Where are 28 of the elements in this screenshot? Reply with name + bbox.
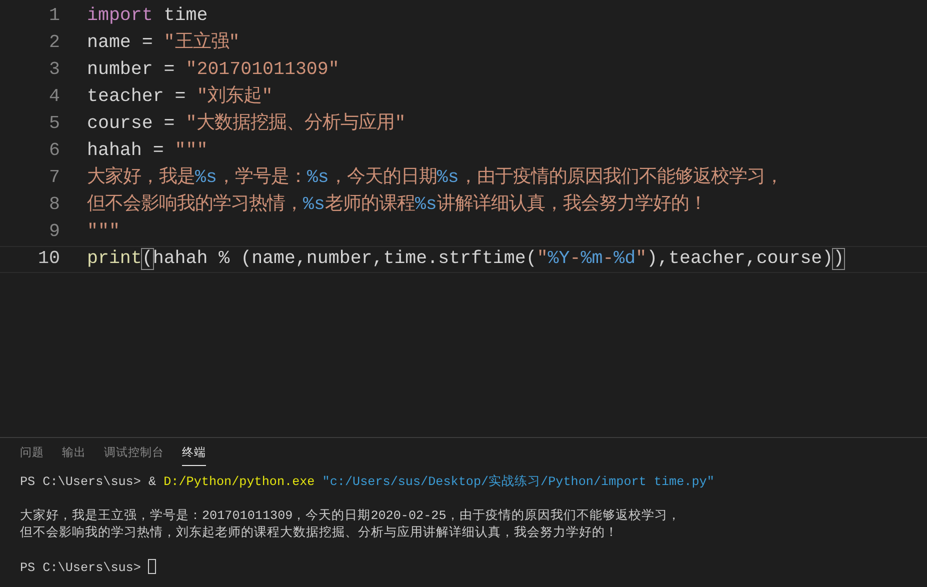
line-number: 5 <box>48 112 60 136</box>
panel-tab[interactable]: 问题 <box>20 438 44 466</box>
code-line: teacher = "刘东起" <box>87 84 273 109</box>
code-line: import time <box>87 4 208 28</box>
code-line: course = "大数据挖掘、分析与应用" <box>87 111 406 136</box>
code-line: print(hahah % (name,number,time.strftime("%Y-%m-%d"),teacher,course)) <box>87 248 844 271</box>
code-line: hahah = """ <box>87 140 208 163</box>
line-number: 9 <box>48 220 60 244</box>
line-number: 3 <box>48 58 60 82</box>
panel-tab[interactable]: 调试控制台 <box>104 438 164 466</box>
code-line: 大家好，我是%s，学号是：%s，今天的日期%s，由于疫情的原因我们不能够返校学习， <box>87 165 783 190</box>
line-number: 4 <box>48 86 60 109</box>
panel-tab[interactable]: 输出 <box>62 438 86 466</box>
panel-tab[interactable]: 终端 <box>182 438 206 466</box>
terminal-line: 但不会影响我的学习热情，刘东起老师的课程大数据挖掘、分析与应用讲解详细认真，我会努力学好的！ <box>20 526 618 540</box>
line-number: 1 <box>48 4 60 28</box>
line-number: 8 <box>48 194 60 217</box>
code-line: """ <box>87 220 120 244</box>
line-number: 7 <box>48 166 60 190</box>
line-number: 6 <box>48 140 60 163</box>
code-line: number = "201701011309" <box>87 58 340 82</box>
line-number: 10 <box>37 248 60 271</box>
terminal-line: PS C:\Users\sus> & D:/Python/python.exe "c:/Users/sus/Desktop/实战练习/Python/import time.py" <box>20 475 714 490</box>
code-line: 但不会影响我的学习热情，%s老师的课程%s讲解详细认真，我会努力学好的！ <box>87 192 707 217</box>
terminal-line: 大家好，我是王立强，学号是：201701011309，今天的日期2020-02-25，由于疫情的原因我们不能够返校学习， <box>20 509 680 524</box>
line-number: 2 <box>48 32 60 55</box>
code-line: name = "王立强" <box>87 30 240 55</box>
terminal-line: PS C:\Users\sus> <box>20 561 141 576</box>
